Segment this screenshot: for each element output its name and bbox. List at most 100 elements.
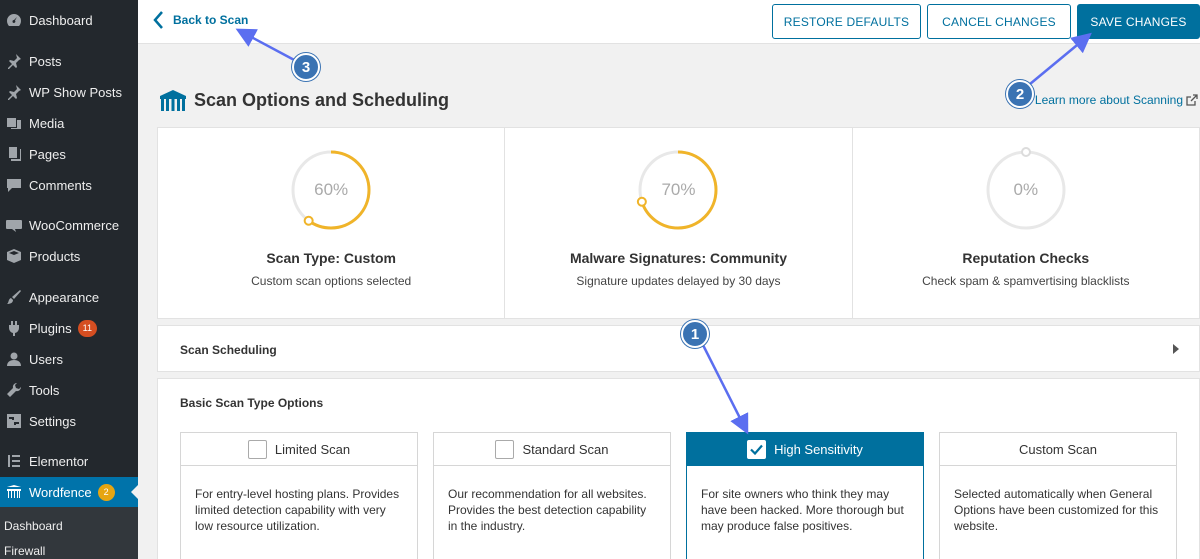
sidebar-item-users[interactable]: Users — [0, 344, 138, 374]
comment-icon — [4, 175, 24, 195]
option-header: Limited Scan — [181, 433, 417, 466]
sidebar-item-label: Settings — [29, 413, 76, 429]
option-label: Standard Scan — [522, 441, 609, 457]
option-limited-scan[interactable]: Limited Scan For entry-level hosting pla… — [180, 432, 418, 559]
submenu-item-firewall[interactable]: Firewall — [4, 544, 45, 558]
option-label: Custom Scan — [1018, 441, 1098, 457]
stat-reputation-checks[interactable]: 0% Reputation Checks Check spam & spamve… — [853, 128, 1199, 318]
sidebar-item-label: Dashboard — [29, 12, 93, 28]
plugins-update-badge: 11 — [77, 319, 97, 337]
chevron-left-icon — [153, 11, 163, 29]
stat-title: Scan Type: Custom — [266, 250, 396, 266]
page-heading: Scan Options and Scheduling — [158, 88, 449, 112]
sidebar-item-label: Products — [29, 248, 81, 264]
option-description: For site owners who think they may have … — [701, 487, 904, 533]
save-changes-button[interactable]: SAVE CHANGES — [1077, 4, 1200, 39]
wordfence-notice-badge: 2 — [97, 483, 115, 501]
restore-defaults-button[interactable]: RESTORE DEFAULTS — [772, 4, 921, 39]
stat-description: Custom scan options selected — [251, 274, 412, 288]
user-icon — [4, 349, 24, 369]
sidebar-item-dashboard[interactable]: Dashboard — [0, 5, 138, 35]
stat-scan-type[interactable]: 60% Scan Type: Custom Custom scan option… — [158, 128, 506, 318]
plug-icon — [4, 318, 24, 338]
active-menu-arrow — [131, 485, 138, 499]
option-high-sensitivity[interactable]: High Sensitivity For site owners who thi… — [686, 432, 924, 559]
checkbox[interactable] — [495, 439, 515, 459]
sidebar-item-settings[interactable]: Settings — [0, 406, 138, 436]
stat-description: Signature updates delayed by 30 days — [576, 274, 781, 288]
annotation-marker-1: 1 — [681, 320, 709, 348]
option-header: Custom Scan — [940, 433, 1176, 466]
box-icon — [4, 246, 24, 266]
brush-icon — [4, 287, 24, 307]
woo-icon — [4, 215, 24, 235]
scan-scheduling-section[interactable]: Scan Scheduling — [157, 325, 1200, 372]
option-description: Selected automatically when General Opti… — [954, 487, 1159, 533]
wrench-icon — [4, 380, 24, 400]
top-toolbar: Back to Scan RESTORE DEFAULTS CANCEL CHA… — [138, 0, 1200, 44]
sidebar-item-label: WooCommerce — [29, 217, 120, 233]
sidebar-item-pages[interactable]: Pages — [0, 139, 138, 169]
option-standard-scan[interactable]: Standard Scan Our recommendation for all… — [433, 432, 671, 559]
basic-scan-type-title: Basic Scan Type Options — [180, 396, 324, 410]
sidebar-item-media[interactable]: Media — [0, 108, 138, 138]
sidebar-item-label: Elementor — [29, 453, 89, 469]
option-custom-scan[interactable]: Custom Scan Selected automatically when … — [939, 432, 1177, 559]
external-link-icon — [1186, 94, 1198, 106]
checkbox-checked[interactable] — [747, 439, 767, 459]
scan-scheduling-title: Scan Scheduling — [180, 343, 277, 357]
option-description: Our recommendation for all websites. Pro… — [448, 487, 647, 533]
media-icon — [4, 113, 24, 133]
sidebar-item-label: Pages — [29, 146, 66, 162]
scan-stats-panel: 60% Scan Type: Custom Custom scan option… — [157, 127, 1200, 319]
sidebar-item-label: Tools — [29, 382, 60, 398]
sidebar-item-wp-show-posts[interactable]: WP Show Posts — [0, 77, 138, 107]
sidebar-item-wordfence[interactable]: Wordfence 2 — [0, 477, 138, 507]
learn-more-link[interactable]: Learn more about Scanning — [1035, 93, 1198, 107]
sidebar-item-elementor[interactable]: Elementor — [0, 446, 138, 476]
back-to-scan-link[interactable]: Back to Scan — [152, 10, 248, 30]
wordfence-icon — [4, 482, 24, 502]
option-header: Standard Scan — [434, 433, 670, 466]
sidebar-item-label: Comments — [29, 177, 92, 193]
wordfence-submenu: Dashboard Firewall — [0, 507, 138, 559]
sidebar-item-label: Media — [29, 115, 65, 131]
stat-percent: 60% — [314, 180, 349, 199]
checkmark-icon — [750, 444, 763, 455]
caret-right-icon[interactable] — [1173, 344, 1179, 354]
option-description: For entry-level hosting plans. Provides … — [195, 487, 400, 533]
cancel-changes-button[interactable]: CANCEL CHANGES — [927, 4, 1071, 39]
sidebar-item-label: WP Show Posts — [29, 84, 122, 100]
checkbox[interactable] — [247, 439, 267, 459]
option-label: High Sensitivity — [774, 441, 863, 457]
page-title: Scan Options and Scheduling — [194, 89, 450, 110]
sidebar-item-woocommerce[interactable]: WooCommerce — [0, 210, 138, 240]
sidebar-item-tools[interactable]: Tools — [0, 375, 138, 405]
basic-scan-type-section: Basic Scan Type Options Limited Scan For… — [157, 378, 1200, 559]
option-label: Limited Scan — [274, 441, 351, 457]
elementor-icon — [4, 451, 24, 471]
annotation-marker-2: 2 — [1006, 80, 1034, 108]
sidebar-item-products[interactable]: Products — [0, 241, 138, 271]
sidebar-item-appearance[interactable]: Appearance — [0, 282, 138, 312]
sidebar-item-label: Appearance — [29, 289, 100, 305]
pages-icon — [4, 144, 24, 164]
sidebar-item-plugins[interactable]: Plugins 11 — [0, 313, 138, 343]
learn-more-label: Learn more about Scanning — [1034, 93, 1183, 107]
stat-malware-signatures[interactable]: 70% Malware Signatures: Community Signat… — [505, 128, 853, 318]
submenu-item-dashboard[interactable]: Dashboard — [4, 519, 63, 533]
sidebar-item-comments[interactable]: Comments — [0, 170, 138, 200]
sidebar-item-posts[interactable]: Posts — [0, 46, 138, 76]
pin-icon — [4, 51, 24, 71]
sidebar-item-label: Posts — [29, 53, 62, 69]
dashboard-icon — [4, 10, 24, 30]
sidebar-item-label: Wordfence — [29, 484, 92, 500]
back-link-label: Back to Scan — [173, 13, 249, 27]
stat-percent: 70% — [661, 180, 696, 199]
pin-icon — [4, 82, 24, 102]
stat-title: Reputation Checks — [962, 250, 1090, 266]
admin-sidebar: Dashboard Posts WP Show Posts Media Page… — [0, 0, 138, 559]
stat-description: Check spam & spamvertising blacklists — [922, 274, 1130, 288]
sidebar-item-label: Plugins — [29, 320, 72, 336]
option-header: High Sensitivity — [687, 433, 923, 466]
